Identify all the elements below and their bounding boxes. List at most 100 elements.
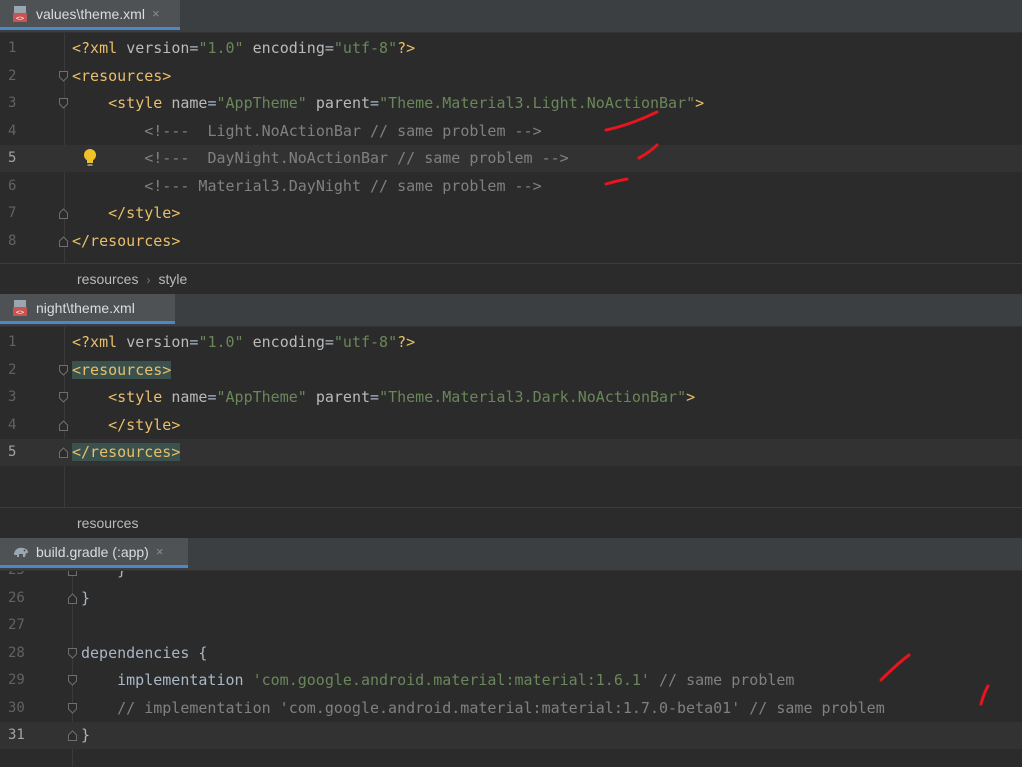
fold-marker-icon[interactable] bbox=[59, 98, 68, 109]
xml-file-icon: <> bbox=[13, 5, 27, 22]
code-line[interactable]: 27 bbox=[0, 612, 1022, 639]
line-number: 25 bbox=[8, 571, 25, 584]
line-number: 29 bbox=[8, 672, 25, 688]
tab-title: night\theme.xml bbox=[36, 299, 135, 316]
intention-bulb-icon[interactable] bbox=[82, 147, 98, 169]
line-number: 5 bbox=[8, 150, 17, 166]
editor-build-gradle[interactable]: 25 }26}2728dependencies {29 implementati… bbox=[0, 571, 1022, 767]
tab-night-theme-xml[interactable]: <> night\theme.xml bbox=[0, 294, 175, 324]
editor-values-theme[interactable]: 1 <?xml version="1.0" encoding="utf-8"?> 2… bbox=[0, 33, 1022, 263]
code-token: } bbox=[81, 726, 91, 744]
code-token: "utf-8" bbox=[333, 333, 398, 351]
tab-values-theme-xml[interactable]: <> values\theme.xml × bbox=[0, 0, 180, 30]
code-token: = bbox=[370, 94, 380, 112]
code-text: </style> bbox=[72, 412, 180, 439]
fold-marker-icon[interactable] bbox=[59, 419, 68, 431]
code-token: name bbox=[171, 94, 208, 112]
code-token: } bbox=[81, 588, 91, 607]
code-line[interactable]: 4 <!--- Light.NoActionBar // same proble… bbox=[0, 118, 1022, 145]
code-token: > bbox=[686, 388, 696, 406]
code-token: } bbox=[81, 571, 126, 579]
fold-marker-icon[interactable] bbox=[59, 70, 68, 82]
fold-marker-icon[interactable] bbox=[59, 364, 68, 376]
code-text: } bbox=[81, 571, 126, 584]
svg-text:<>: <> bbox=[16, 308, 24, 316]
line-number: 27 bbox=[8, 617, 25, 633]
code-line[interactable]: 29 implementation 'com.google.android.ma… bbox=[0, 667, 1022, 694]
editor-night-theme[interactable]: 1 <?xml version="1.0" encoding="utf-8"?> 2… bbox=[0, 327, 1022, 507]
code-token: </resources> bbox=[72, 231, 181, 250]
code-line[interactable]: 25 } bbox=[0, 571, 1022, 584]
code-token: "utf-8" bbox=[333, 39, 398, 57]
tab-title: build.gradle (:app) bbox=[36, 543, 149, 560]
code-token: = bbox=[324, 39, 334, 57]
tab-build-gradle[interactable]: build.gradle (:app) × bbox=[0, 538, 188, 568]
code-token: > bbox=[695, 94, 705, 112]
code-token: <!--- DayNight.NoActionBar // same probl… bbox=[72, 149, 569, 167]
code-line[interactable]: 1 <?xml version="1.0" encoding="utf-8"?> bbox=[0, 329, 1022, 356]
close-icon[interactable]: × bbox=[152, 6, 160, 21]
code-text: dependencies { bbox=[81, 640, 207, 667]
fold-marker-icon[interactable] bbox=[68, 647, 77, 659]
code-token: <resources> bbox=[72, 66, 172, 85]
code-text: // implementation 'com.google.android.ma… bbox=[81, 695, 885, 722]
code-token: version bbox=[126, 333, 190, 351]
breadcrumb-item[interactable]: style bbox=[158, 271, 187, 287]
code-line[interactable]: 5 </resources> bbox=[0, 439, 1022, 466]
line-number: 5 bbox=[8, 444, 17, 460]
code-line[interactable]: 7 </style> bbox=[0, 200, 1022, 227]
code-line[interactable]: 8 </resources> bbox=[0, 228, 1022, 255]
code-token: = bbox=[324, 333, 334, 351]
code-text: <style name="AppTheme" parent="Theme.Mat… bbox=[72, 90, 704, 117]
code-line[interactable]: 3 <style name="AppTheme" parent="Theme.M… bbox=[0, 384, 1022, 411]
code-token: dependencies { bbox=[81, 643, 208, 662]
code-text: <?xml version="1.0" encoding="utf-8"?> bbox=[72, 329, 415, 356]
line-number: 2 bbox=[8, 67, 17, 84]
code-line[interactable]: 31} bbox=[0, 722, 1022, 749]
code-token: "Theme.Material3.Dark.NoActionBar" bbox=[379, 388, 687, 406]
code-line[interactable]: 5 <!--- DayNight.NoActionBar // same pro… bbox=[0, 145, 1022, 172]
code-text: <resources> bbox=[72, 63, 171, 90]
code-token: = bbox=[207, 388, 217, 406]
tab-title: values\theme.xml bbox=[36, 5, 145, 22]
code-line[interactable]: 2 <resources> bbox=[0, 63, 1022, 90]
tabbar-night-theme: <> night\theme.xml bbox=[0, 294, 1022, 327]
code-line[interactable]: 6 <!--- Material3.DayNight // same probl… bbox=[0, 173, 1022, 200]
code-text: <style name="AppTheme" parent="Theme.Mat… bbox=[72, 384, 695, 411]
fold-marker-icon[interactable] bbox=[59, 447, 68, 458]
code-line[interactable]: 4 </style> bbox=[0, 412, 1022, 439]
code-token: encoding bbox=[243, 333, 325, 351]
fold-marker-icon[interactable] bbox=[68, 702, 77, 714]
fold-marker-icon[interactable] bbox=[59, 208, 68, 219]
code-line[interactable]: 3 <style name="AppTheme" parent="Theme.M… bbox=[0, 90, 1022, 117]
code-text: <!--- Material3.DayNight // same problem… bbox=[72, 173, 541, 200]
breadcrumb-item[interactable]: resources bbox=[77, 271, 138, 287]
code-token: // implementation 'com.google.android.ma… bbox=[81, 698, 885, 717]
code-line[interactable]: 26} bbox=[0, 585, 1022, 612]
code-text: </resources> bbox=[72, 439, 181, 466]
code-token: <?xml bbox=[72, 39, 127, 57]
fold-marker-icon[interactable] bbox=[59, 235, 68, 247]
code-token: <style bbox=[72, 94, 172, 112]
line-number: 4 bbox=[8, 416, 17, 433]
code-line[interactable]: 2 <resources> bbox=[0, 357, 1022, 384]
code-line[interactable]: 1 <?xml version="1.0" encoding="utf-8"?> bbox=[0, 35, 1022, 62]
close-icon[interactable]: × bbox=[156, 544, 164, 559]
line-number: 26 bbox=[8, 589, 25, 606]
code-text: } bbox=[81, 585, 90, 612]
breadcrumb-item[interactable]: resources bbox=[77, 515, 138, 531]
xml-file-icon: <> bbox=[13, 299, 27, 316]
tabbar-values-theme: <> values\theme.xml × bbox=[0, 0, 1022, 33]
code-token: parent bbox=[306, 388, 371, 406]
line-number: 6 bbox=[8, 177, 17, 194]
fold-marker-icon[interactable] bbox=[68, 730, 77, 741]
code-token: <style bbox=[72, 388, 172, 406]
code-text: </resources> bbox=[72, 228, 180, 255]
fold-marker-icon[interactable] bbox=[68, 592, 77, 604]
fold-marker-icon[interactable] bbox=[68, 675, 77, 686]
fold-marker-icon[interactable] bbox=[59, 392, 68, 403]
code-text: <!--- Light.NoActionBar // same problem … bbox=[72, 118, 541, 145]
fold-marker-icon[interactable] bbox=[68, 571, 77, 576]
code-line[interactable]: 28 dependencies { bbox=[0, 640, 1022, 667]
code-line[interactable]: 30 // implementation 'com.google.android… bbox=[0, 695, 1022, 722]
